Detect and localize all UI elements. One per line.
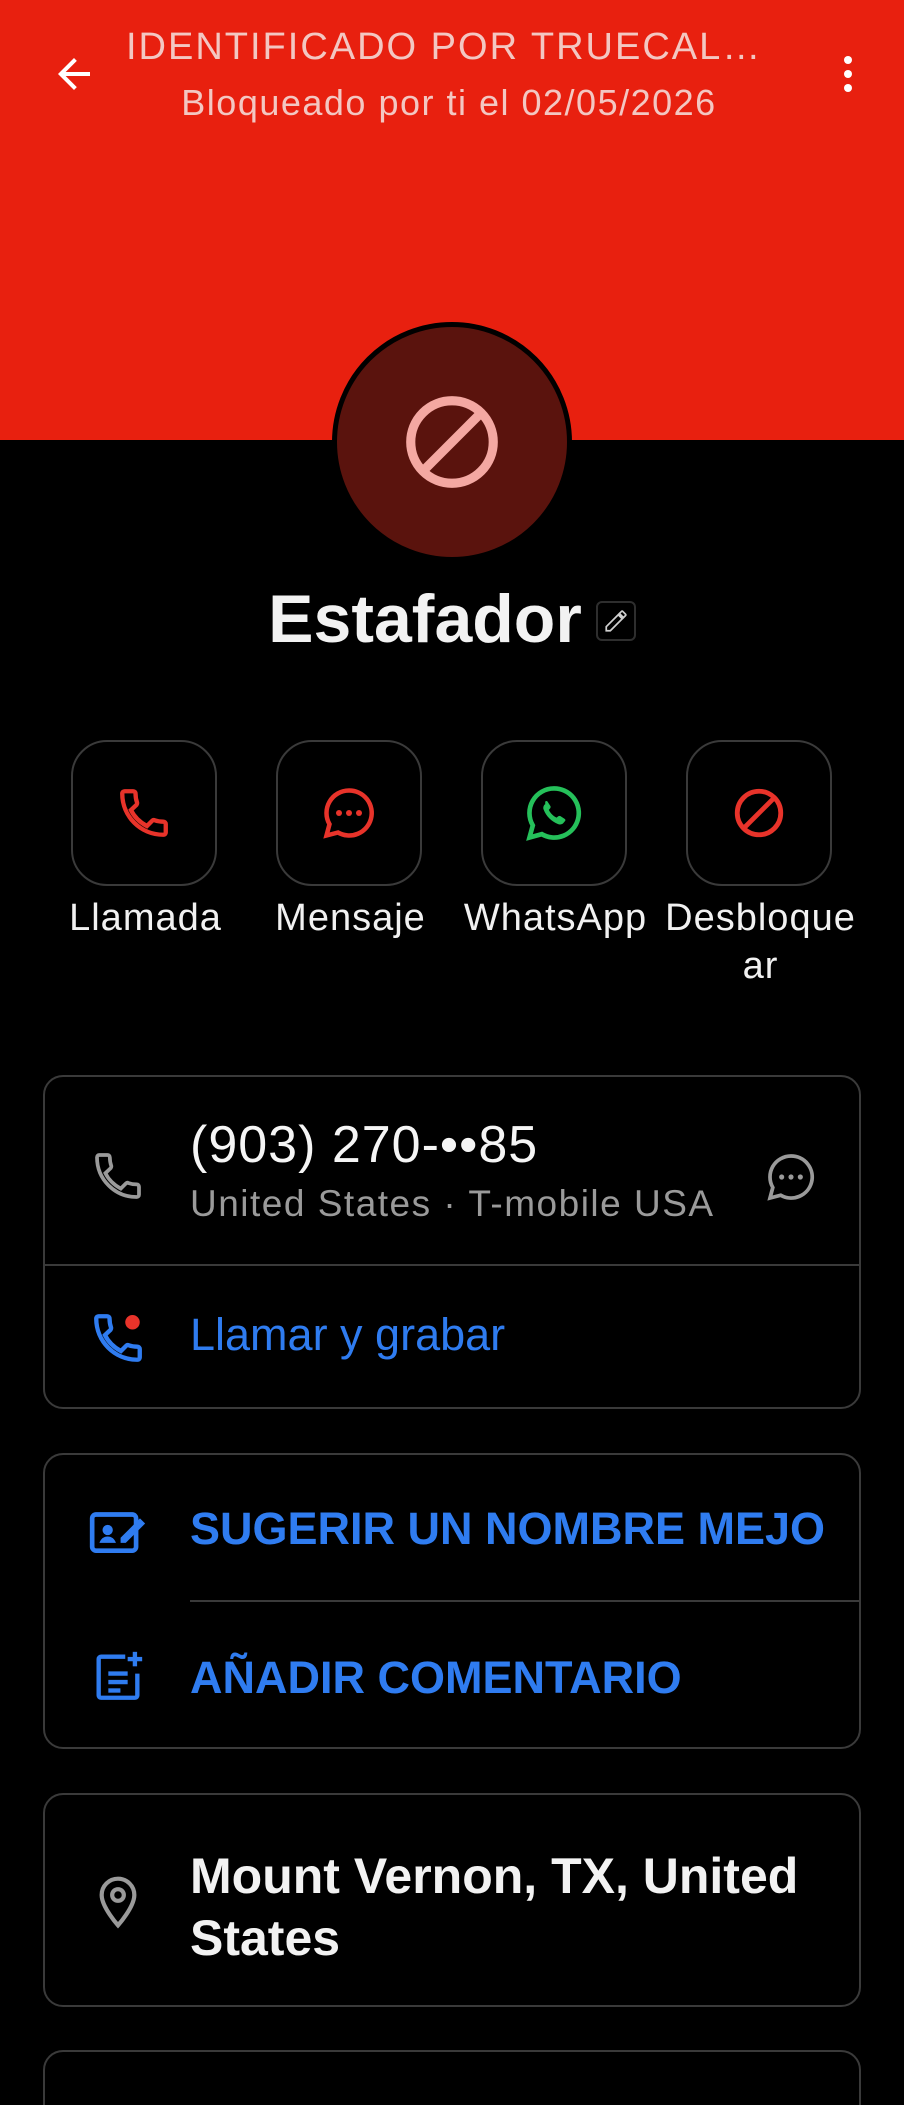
message-icon — [323, 788, 374, 839]
block-icon — [406, 396, 498, 488]
header-title: IDENTIFICADO POR TRUECALLER — [126, 26, 772, 68]
phone-card: (903) 270-••85 United States · T-mobile … — [43, 1075, 861, 1409]
add-comment-icon — [87, 1645, 149, 1707]
contact-name-row: Estafador — [0, 580, 904, 658]
location-pin-icon — [87, 1871, 149, 1933]
message-icon — [767, 1154, 815, 1201]
record-call-button-icon[interactable] — [87, 1307, 149, 1369]
sms-button[interactable] — [751, 1137, 831, 1217]
more-vert-icon — [844, 56, 852, 92]
location-icon — [99, 1876, 137, 1929]
contact-name: Estafador — [268, 581, 582, 657]
suggest-name-icon — [87, 1499, 149, 1561]
phone-icon — [120, 789, 168, 837]
call-action-button[interactable] — [71, 740, 217, 886]
location-card: Mount Vernon, TX, United States — [43, 1793, 861, 2007]
whatsapp-icon — [526, 786, 582, 841]
message-action-label: Mensaje — [275, 897, 426, 939]
phone-row-icon — [87, 1145, 149, 1207]
back-button[interactable] — [36, 36, 112, 112]
record-call-button[interactable]: Llamar y grabar — [190, 1309, 505, 1361]
message-action-button[interactable] — [276, 740, 422, 886]
block-icon — [734, 788, 784, 838]
call-record-icon — [94, 1314, 142, 1362]
phone-details: United States · T-mobile USA — [190, 1183, 715, 1224]
note-add-icon — [96, 1651, 143, 1700]
call-action-label: Llamada — [69, 897, 222, 939]
edit-contact-icon — [89, 1512, 146, 1553]
avatar — [332, 322, 572, 562]
more-options-button[interactable] — [810, 36, 886, 112]
unblock-action-button[interactable] — [686, 740, 832, 886]
pencil-icon — [605, 610, 627, 632]
unblock-action-label: Desbloque ar — [665, 897, 856, 987]
location-text: Mount Vernon, TX, United States — [190, 1848, 799, 1966]
next-card — [43, 2050, 861, 2105]
header-subtitle: Bloqueado por ti el 02/05/2026 — [181, 82, 717, 123]
phone-icon — [95, 1153, 141, 1199]
suggest-card: SUGERIR UN NOMBRE MEJOR AÑADIR COMENTARI… — [43, 1453, 861, 1749]
suggest-name-button[interactable]: SUGERIR UN NOMBRE MEJOR — [190, 1503, 826, 1555]
whatsapp-action-button[interactable] — [481, 740, 627, 886]
edit-name-button[interactable] — [595, 601, 636, 641]
card-divider — [45, 1264, 859, 1266]
whatsapp-action-label: WhatsApp — [463, 897, 648, 939]
arrow-back-icon — [58, 58, 90, 90]
phone-number[interactable]: (903) 270-••85 — [190, 1115, 538, 1175]
card-divider — [190, 1600, 860, 1602]
add-comment-button[interactable]: AÑADIR COMENTARIO — [190, 1652, 682, 1704]
